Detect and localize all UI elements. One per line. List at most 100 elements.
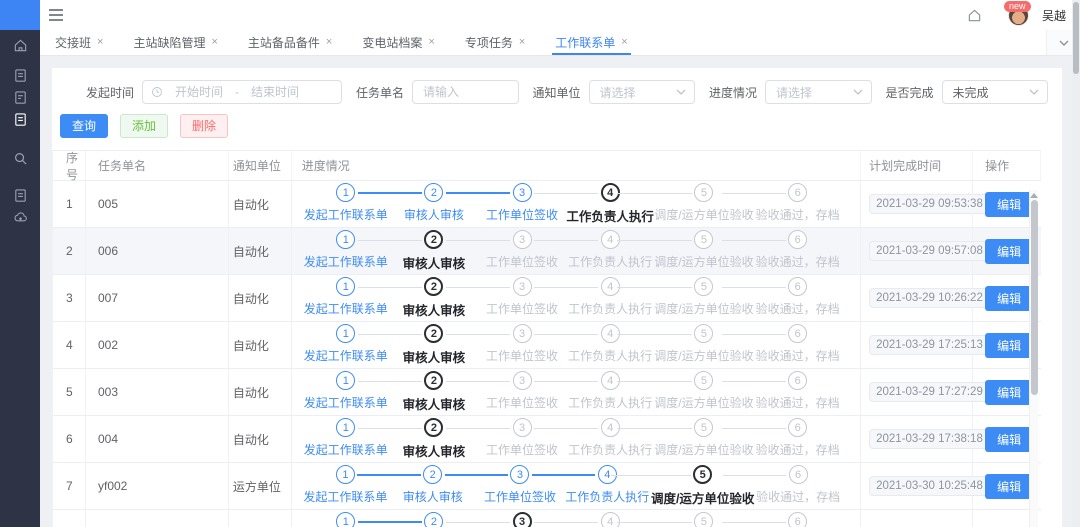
task-name-input[interactable] — [413, 85, 518, 99]
sidebar — [0, 0, 40, 527]
step-circle: 1 — [336, 183, 355, 202]
tab-zhuzhanquexianguanli[interactable]: 主站缺陷管理× — [118, 30, 232, 55]
page-scrollbar-thumb[interactable] — [1073, 2, 1079, 74]
edit-button[interactable]: 编辑 — [985, 286, 1033, 311]
tab-biandianzhandangan[interactable]: 变电站档案× — [347, 30, 449, 55]
stepper: 1发起工作联系单2审核人审核3工作单位签收4工作负责人执行5调度/运方单位验收6… — [302, 277, 842, 319]
add-button[interactable]: 添加 — [120, 114, 168, 138]
step-connector — [722, 193, 786, 194]
close-icon[interactable]: × — [97, 37, 103, 48]
table-scrollbar-thumb[interactable] — [1031, 200, 1038, 395]
close-icon[interactable]: × — [428, 37, 434, 48]
search-icon[interactable] — [12, 150, 28, 166]
step-circle: 3 — [513, 371, 532, 390]
close-icon[interactable]: × — [326, 37, 332, 48]
step-connector — [358, 334, 422, 335]
step-5: 5调度/运方单位验收 — [654, 371, 753, 413]
tab-jiaojieban[interactable]: 交接班× — [40, 30, 118, 55]
step-5: 5调度/运方单位验收 — [654, 512, 753, 527]
task-name — [86, 510, 229, 527]
plan-time: 2021-03-29 17:27:29 — [869, 382, 990, 402]
edit-button[interactable]: 编辑 — [985, 192, 1033, 217]
work-contact-card: 发起时间 - 任务单名 通知单位 请选择 进度情况 请选择 是否完成 — [52, 68, 1062, 527]
step-label: 工作单位签收 — [478, 394, 566, 411]
edit-button[interactable]: 编辑 — [985, 474, 1033, 499]
scroll-up-icon[interactable] — [1030, 193, 1038, 198]
task-name: 005 — [86, 181, 229, 227]
step-circle: 6 — [788, 418, 807, 437]
step-label: 工作负责人执行 — [566, 300, 654, 317]
step-circle: 6 — [788, 277, 807, 296]
col-notify-unit: 通知单位 — [229, 151, 292, 180]
home-icon[interactable] — [12, 37, 28, 53]
notify-unit-select[interactable]: 请选择 — [589, 80, 695, 104]
tab-zhuanxiangrenwu[interactable]: 专项任务× — [450, 30, 540, 55]
row-index: 3 — [53, 275, 86, 321]
step-circle: 5 — [694, 371, 713, 390]
document-icon[interactable] — [12, 89, 28, 105]
delete-button[interactable]: 删除 — [180, 114, 228, 138]
cloud-upload-icon[interactable] — [12, 209, 28, 225]
notify-unit: 自动化 — [229, 275, 292, 321]
edit-button[interactable]: 编辑 — [985, 380, 1033, 405]
tab-gongzuolianxidan-active[interactable]: 工作联系单× — [540, 30, 642, 55]
document-icon[interactable] — [12, 67, 28, 83]
table-row: 1 005 自动化 1发起工作联系单2审核人审核3工作单位签收4工作负责人执行5… — [53, 181, 1041, 228]
step-5: 5调度/运方单位验收 — [654, 277, 753, 319]
end-time-input[interactable] — [239, 85, 311, 99]
step-circle: 3 — [513, 183, 532, 202]
progress-select[interactable]: 请选择 — [765, 80, 871, 104]
page-scrollbar[interactable] — [1072, 0, 1080, 527]
step-1: 1发起工作联系单 — [302, 371, 390, 413]
edit-button[interactable]: 编辑 — [985, 427, 1033, 452]
step-6: 6验收通过，存档 — [754, 324, 842, 366]
step-connector — [617, 381, 692, 382]
home-shortcut-icon[interactable] — [967, 8, 982, 23]
step-circle: 5 — [694, 183, 713, 202]
edit-button[interactable]: 编辑 — [985, 333, 1033, 358]
notify-unit: 自动化 — [229, 228, 292, 274]
step-connector — [617, 334, 692, 335]
notify-unit: 自动化 — [229, 322, 292, 368]
edit-button[interactable]: 编辑 — [985, 239, 1033, 264]
step-label: 发起工作联系单 — [302, 441, 390, 458]
topbar: new 吴越 — [40, 0, 1080, 30]
document-icon-active[interactable] — [12, 111, 28, 127]
step-label: 工作负责人执行 — [566, 206, 654, 225]
table-header: 序号 任务单名 通知单位 进度情况 计划完成时间 操作 — [53, 151, 1041, 181]
step-connector — [534, 193, 598, 194]
step-circle: 3 — [513, 230, 532, 249]
step-connector — [446, 428, 510, 429]
step-label: 审核人审核 — [390, 347, 478, 366]
step-label: 审核人审核 — [390, 206, 478, 223]
start-time-input[interactable] — [163, 85, 235, 99]
step-4: 4工作负责人执行 — [564, 465, 651, 507]
menu-toggle-icon[interactable] — [48, 8, 64, 22]
step-2: 2审核人审核 — [390, 512, 478, 527]
step-connector — [358, 521, 422, 523]
complete-select[interactable]: 未完成 — [942, 80, 1048, 104]
step-circle: 2 — [424, 512, 443, 527]
step-connector — [722, 522, 786, 523]
tab-zhuzhanbeipinbeijian[interactable]: 主站备品备件× — [233, 30, 347, 55]
task-name: 002 — [86, 322, 229, 368]
document-icon[interactable] — [12, 187, 28, 203]
date-range-picker[interactable]: - — [142, 80, 342, 104]
step-4: 4工作负责人执行 — [566, 230, 654, 272]
search-button[interactable]: 查询 — [60, 114, 108, 138]
task-name-field[interactable] — [412, 80, 519, 104]
close-icon[interactable]: × — [211, 37, 217, 48]
table-scrollbar[interactable] — [1029, 190, 1038, 527]
step-circle: 1 — [336, 418, 355, 437]
step-2: 2审核人审核 — [390, 418, 478, 460]
close-icon[interactable]: × — [621, 37, 627, 48]
table-row: 4 002 自动化 1发起工作联系单2审核人审核3工作单位签收4工作负责人执行5… — [53, 322, 1041, 369]
plan-time: 2021-03-29 17:25:13 — [869, 335, 990, 355]
close-icon[interactable]: × — [519, 37, 525, 48]
plan-time: 2021-03-30 10:25:48 — [869, 476, 990, 496]
step-1: 1发起工作联系单 — [302, 465, 389, 507]
user-name[interactable]: 吴越 — [1042, 7, 1066, 24]
step-connector — [534, 381, 598, 382]
step-circle: 2 — [424, 183, 443, 202]
step-6: 6验收通过，存档 — [754, 371, 842, 413]
